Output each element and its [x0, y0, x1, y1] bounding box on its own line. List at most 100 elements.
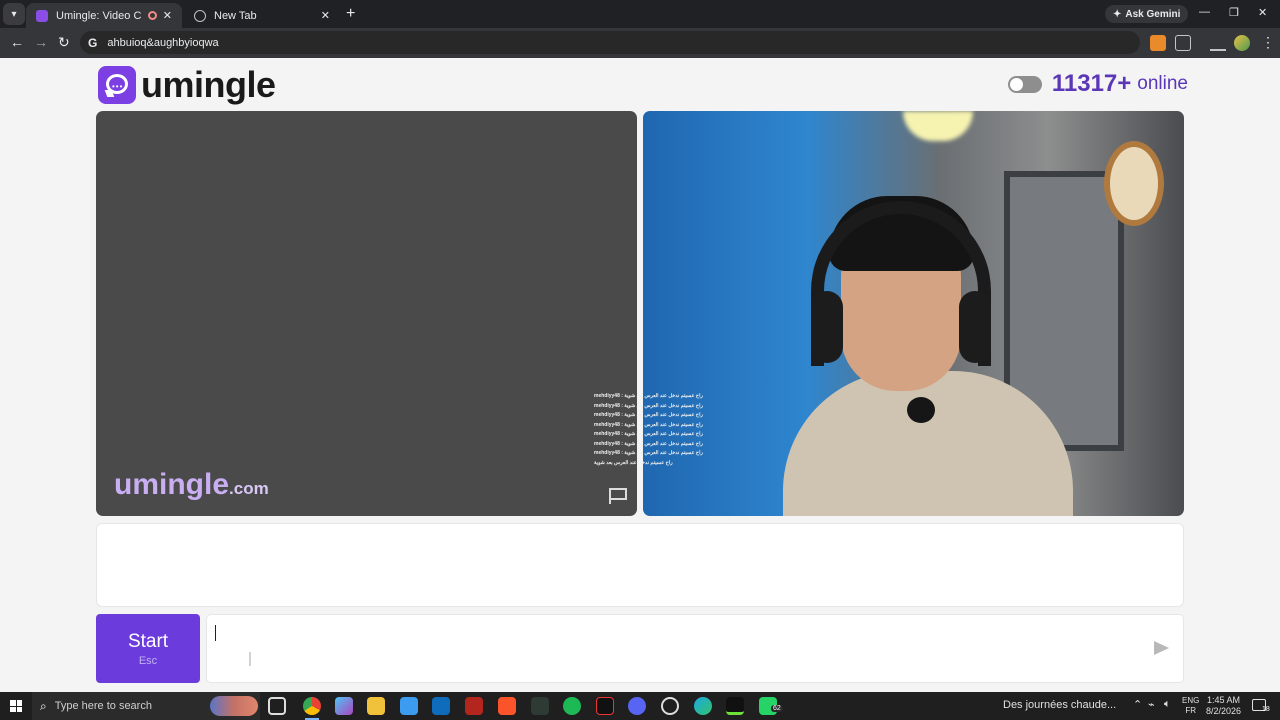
umingle-logo[interactable]: ••• umingle: [98, 64, 276, 106]
watermark-domain: .com: [229, 479, 269, 498]
theme-toggle[interactable]: [1007, 75, 1042, 93]
background-mirror: [1104, 141, 1164, 226]
headset-earcup: [959, 291, 991, 363]
umingle-favicon-icon: [36, 9, 48, 22]
news-widget[interactable]: Des journées chaude...: [1003, 699, 1116, 711]
umingle-watermark: umingle.com: [114, 468, 269, 502]
terminal-icon[interactable]: [531, 697, 549, 715]
online-status: 11317+ online: [1007, 70, 1188, 98]
volume-icon[interactable]: 🔈︎: [1164, 698, 1171, 711]
taskbar-search-placeholder: Type here to search: [54, 700, 152, 712]
overlay-chat-line: mehdiyy48 : راح عسيتم ندخل عند العرس بعد…: [594, 393, 703, 399]
headset-earcup: [811, 291, 843, 363]
mouse-cursor-icon: [249, 652, 251, 666]
language-indicator[interactable]: ENG FR: [1182, 696, 1199, 716]
send-icon[interactable]: [1154, 641, 1169, 655]
overlay-chat-line: mehdiyy48 : راح عسيتم ندخل عند العرس بعد…: [594, 421, 703, 428]
ceiling-lamp: [903, 111, 973, 141]
github-icon[interactable]: [661, 697, 679, 715]
start-button[interactable]: Start Esc: [96, 614, 200, 683]
notification-count: 18: [1262, 706, 1270, 713]
overlay-chat-line: mehdiyy48 : راح عسيتم ندخل عند العرس بعد…: [594, 402, 703, 409]
overlay-chat-line: راح عسيتم ندخل عند العرس بعد شوية: [594, 459, 673, 466]
chat-bubble-icon: •••: [98, 66, 136, 104]
app-icon[interactable]: [465, 697, 483, 715]
search-highlight-image: [210, 696, 258, 716]
browser-tab-strip: ▾ Umingle: Video Chat with S ✕ New Tab ✕…: [0, 0, 1280, 28]
close-tab-icon[interactable]: ✕: [321, 9, 330, 22]
clock-date: 8/2/2026: [1206, 706, 1242, 716]
start-label: Start: [127, 630, 169, 652]
google-icon: G: [88, 35, 98, 50]
spotify-icon[interactable]: [563, 697, 581, 715]
minimize-button[interactable]: —: [1199, 6, 1210, 18]
close-tab-icon[interactable]: ✕: [163, 9, 172, 22]
language-secondary: FR: [1185, 706, 1196, 715]
brave-icon[interactable]: [498, 697, 516, 715]
chat-log[interactable]: [96, 523, 1184, 607]
app-icon[interactable]: [726, 697, 744, 715]
tab-new-tab[interactable]: New Tab ✕: [184, 3, 340, 28]
ask-gemini-button[interactable]: ✦ Ask Gemini: [1105, 5, 1189, 23]
address-bar[interactable]: G: [80, 31, 1140, 54]
stranger-video: umingle.com: [96, 111, 637, 516]
headset-mic: [907, 397, 935, 423]
text-caret: [215, 625, 216, 641]
overlay-chat-line: mehdiyy48 : راح عسيتم ندخل عند العرس بعد…: [594, 450, 703, 456]
tab-umingle[interactable]: Umingle: Video Chat with S ✕: [26, 3, 182, 28]
network-icon[interactable]: ⌁: [1148, 698, 1155, 711]
message-box[interactable]: [206, 614, 1184, 683]
tab-title: Umingle: Video Chat with S: [56, 9, 142, 22]
overlay-chat-line: mehdiyy48 : راح عسيتم ندخل عند العرس بعد…: [594, 412, 703, 418]
edge-icon[interactable]: [694, 697, 712, 715]
close-window-button[interactable]: ✕: [1258, 6, 1267, 19]
search-icon: ⌕: [40, 698, 47, 713]
outlook-icon[interactable]: [432, 697, 450, 715]
language-primary: ENG: [1182, 696, 1200, 705]
online-count: 11317+: [1051, 70, 1132, 97]
file-explorer-icon[interactable]: [367, 697, 385, 715]
report-flag-icon[interactable]: [609, 488, 627, 504]
browser-toolbar: ← → ↻ G ⋮: [0, 28, 1280, 58]
notification-badge: 62: [771, 705, 783, 712]
store-icon[interactable]: [400, 697, 418, 715]
reload-icon[interactable]: ↻: [58, 34, 70, 51]
restore-button[interactable]: ❐: [1229, 6, 1239, 19]
self-video: [643, 111, 1184, 516]
start-shortcut: Esc: [138, 654, 158, 667]
gemini-sparkle-icon: ✦: [1113, 8, 1122, 20]
copilot-icon[interactable]: [335, 697, 353, 715]
windows-start-icon[interactable]: [0, 692, 32, 720]
tab-search-button[interactable]: ▾: [3, 3, 25, 25]
address-input[interactable]: [107, 36, 1008, 49]
chrome-icon[interactable]: [303, 697, 321, 715]
stream-chat-overlay: mehdiyy48 : راح عسيتم ندخل عند العرس بعد…: [594, 392, 709, 468]
task-view-icon[interactable]: [268, 697, 286, 715]
overlay-chat-line: mehdiyy48 : راح عسيتم ندخل عند العرس بعد…: [594, 440, 703, 447]
download-icon[interactable]: [1210, 35, 1226, 51]
ask-gemini-label: Ask Gemini: [1125, 8, 1181, 20]
tab-title: New Tab: [214, 9, 257, 22]
extension-icon[interactable]: [1150, 35, 1166, 51]
extensions-puzzle-icon[interactable]: [1175, 35, 1191, 51]
browser-menu-icon[interactable]: ⋮: [1261, 34, 1275, 51]
capcut-icon[interactable]: [596, 697, 614, 715]
discord-icon[interactable]: [628, 697, 646, 715]
online-label: online: [1137, 73, 1188, 94]
globe-icon: [194, 9, 206, 22]
watermark-name: umingle: [114, 468, 230, 501]
profile-avatar[interactable]: [1234, 35, 1250, 51]
taskbar-clock[interactable]: 1:45 AM 8/2/2026: [1206, 695, 1241, 717]
taskbar-search[interactable]: ⌕ Type here to search: [32, 692, 260, 720]
message-input[interactable]: [215, 619, 1135, 679]
umingle-page: ••• umingle 11317+ online umingle.com me…: [0, 58, 1280, 692]
chevron-up-icon[interactable]: ⌃: [1133, 698, 1142, 711]
recording-icon: [147, 11, 157, 20]
brand-name: umingle: [141, 64, 276, 105]
clock-time: 1:45 AM: [1207, 695, 1241, 705]
new-tab-button[interactable]: +: [346, 5, 355, 23]
windows-taskbar: ⌕ Type here to search 62 Des journées ch…: [0, 692, 1280, 720]
overlay-chat-line: mehdiyy48 : راح عسيتم ندخل عند العرس بعد…: [594, 431, 703, 437]
forward-arrow-icon[interactable]: →: [34, 34, 48, 50]
back-arrow-icon[interactable]: ←: [10, 34, 24, 50]
